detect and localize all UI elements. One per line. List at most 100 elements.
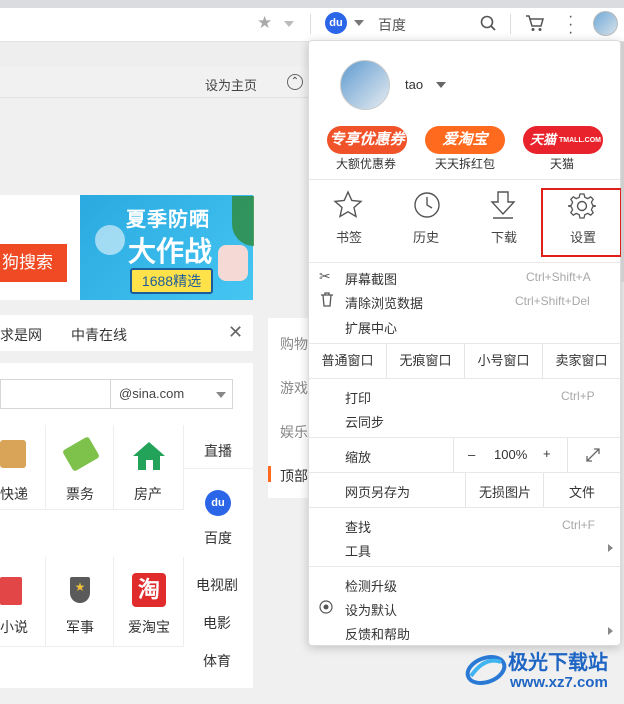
trash-icon <box>321 292 333 307</box>
set-home-link[interactable]: 设为主页 <box>205 75 257 94</box>
divider <box>453 438 454 472</box>
right-link-games[interactable]: 游戏 <box>280 378 308 398</box>
clock-icon <box>414 192 440 218</box>
side-link-baidu[interactable]: 百度 <box>204 528 232 548</box>
more-menu-icon[interactable]: · · · <box>568 9 573 41</box>
toolbar-divider <box>510 14 511 34</box>
side-link-tvshow[interactable]: 电视剧 <box>196 575 238 595</box>
submenu-arrow-icon <box>608 544 613 552</box>
engine-dropdown-icon[interactable] <box>354 20 364 26</box>
link-zhongqing[interactable]: 中青在线 <box>71 325 127 345</box>
email-suffix-select[interactable]: @sina.com <box>110 380 232 408</box>
watermark-name: 极光下载站 <box>508 652 608 674</box>
zoom-label: 缩放 <box>345 450 372 465</box>
book-icon <box>0 577 22 605</box>
military-badge-icon: ★ <box>70 577 90 603</box>
menu-item-check-update[interactable]: 检测升级 <box>345 576 397 595</box>
cart-icon[interactable] <box>525 14 545 32</box>
banner-tag: 1688精选 <box>130 268 213 294</box>
product-decoration <box>218 245 248 281</box>
menu-item-set-default[interactable]: 设为默认 <box>345 600 397 619</box>
menu-item-clear-data[interactable]: 清除浏览数据 <box>345 293 423 312</box>
avatar[interactable] <box>593 11 618 36</box>
fullscreen-icon[interactable] <box>586 448 600 462</box>
search-icon[interactable] <box>480 15 496 31</box>
sogou-search-button[interactable]: 狗搜索 <box>0 244 67 282</box>
baidu-paw-icon[interactable]: du <box>325 12 347 34</box>
side-link-sports[interactable]: 体育 <box>203 651 231 671</box>
star-icon <box>333 190 363 218</box>
menu-item-find[interactable]: 查找 <box>345 517 371 536</box>
download-icon <box>490 191 516 219</box>
menu-item-screenshot[interactable]: 屏幕截图 <box>345 269 397 288</box>
scissors-icon: ✂ <box>319 268 331 284</box>
address-bar-end[interactable] <box>0 12 300 36</box>
chevron-down-icon[interactable] <box>284 21 294 27</box>
watermark-url: www.xz7.com <box>510 674 608 691</box>
baidu-paw-icon: du <box>205 490 231 516</box>
quick-label-history: 历史 <box>413 230 440 245</box>
menu-separator <box>309 507 620 508</box>
quick-label-downloads: 下载 <box>491 230 518 245</box>
grid-label: 快递 <box>0 486 28 502</box>
banner-title-line2: 大作战 <box>128 236 213 267</box>
menu-item-save-as[interactable]: 网页另存为 <box>345 482 410 501</box>
menu-separator <box>309 566 620 567</box>
watermark-logo-icon <box>465 654 507 686</box>
zoom-value: 100% <box>494 447 528 462</box>
divider <box>184 468 253 469</box>
banner-title-line1: 夏季防晒 <box>126 209 210 231</box>
promo-coupon-button[interactable]: 专享优惠券 <box>327 126 407 154</box>
zoom-out-button[interactable]: – <box>468 447 475 462</box>
promo-tmall-pill-text: 天猫 <box>530 132 557 147</box>
side-link-zhibo[interactable]: 直播 <box>204 441 232 461</box>
chevron-down-icon[interactable] <box>436 82 446 88</box>
menu-item-feedback[interactable]: 反馈和帮助 <box>345 624 410 643</box>
box-icon <box>0 440 26 468</box>
chevron-down-icon[interactable] <box>216 392 226 398</box>
grid-label: 房产 <box>134 486 162 502</box>
menu-separator <box>309 179 620 180</box>
menu-shortcut: Ctrl+Shift+A <box>526 270 591 284</box>
house-icon <box>133 442 165 470</box>
incognito-window-button[interactable]: 无痕窗口 <box>387 344 465 378</box>
collapse-icon[interactable]: ⌃ <box>287 74 303 90</box>
grid-label: 爱淘宝 <box>128 619 170 635</box>
menu-separator <box>309 378 620 379</box>
alt-account-window-button[interactable]: 小号窗口 <box>465 344 543 378</box>
menu-separator <box>309 437 620 438</box>
sunglasses-decoration <box>95 225 125 255</box>
divider <box>465 473 466 507</box>
side-link-movie[interactable]: 电影 <box>203 613 231 633</box>
menu-item-print[interactable]: 打印 <box>345 388 371 407</box>
radio-target-icon <box>319 600 333 614</box>
menu-item-tools[interactable]: 工具 <box>345 541 371 560</box>
search-engine-label: 百度 <box>378 17 406 33</box>
grid-label: 小说 <box>0 619 28 635</box>
right-link-shopping[interactable]: 购物 <box>280 334 308 354</box>
promo-tmall-label: 天猫 <box>550 157 575 171</box>
promo-aitaobao-button[interactable]: 爱淘宝 <box>425 126 505 154</box>
zoom-in-button[interactable]: + <box>543 446 551 461</box>
bookmark-star-icon[interactable]: ★ <box>257 13 272 33</box>
menu-item-extensions[interactable]: 扩展中心 <box>345 318 397 337</box>
divider <box>567 438 568 472</box>
menu-item-cloud-sync[interactable]: 云同步 <box>345 412 384 431</box>
close-icon[interactable]: ✕ <box>228 322 243 343</box>
window-top-strip <box>0 0 624 8</box>
link-qiushi[interactable]: 求是网 <box>0 325 42 345</box>
menu-shortcut: Ctrl+Shift+Del <box>515 294 590 308</box>
promo-tmall-button[interactable]: 天猫 TMALL.COM <box>523 126 603 154</box>
seller-window-button[interactable]: 卖家窗口 <box>543 344 620 378</box>
right-link-top[interactable]: 顶部 <box>280 466 308 486</box>
menu-separator <box>309 262 620 263</box>
save-file-button[interactable]: 文件 <box>569 482 595 501</box>
grid-label: 票务 <box>66 486 94 502</box>
right-link-entertainment[interactable]: 娱乐 <box>280 422 308 442</box>
save-lossless-image-button[interactable]: 无损图片 <box>479 482 531 501</box>
active-marker <box>268 466 271 482</box>
profile-username[interactable]: tao <box>405 77 423 92</box>
normal-window-button[interactable]: 普通窗口 <box>309 344 387 378</box>
profile-avatar[interactable] <box>340 60 390 110</box>
submenu-arrow-icon <box>608 627 613 635</box>
